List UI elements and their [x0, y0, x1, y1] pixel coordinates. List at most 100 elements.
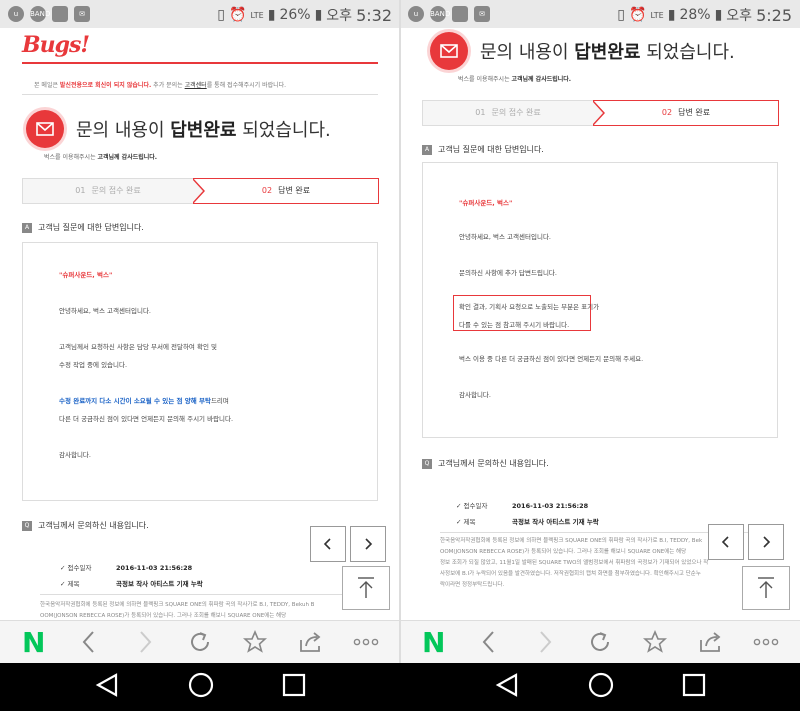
nav-recents-button[interactable] [282, 673, 306, 701]
thanks-bold: 고객님께 감사드립니다. [97, 154, 158, 161]
prev-button[interactable] [310, 526, 346, 562]
customer-center-link[interactable]: 고객센터 [185, 82, 207, 89]
date-label: ✓ 접수일자 [456, 502, 488, 510]
nav-group-left [0, 663, 400, 711]
step-received: 01 문의 접수 완료 [23, 179, 193, 203]
share-icon [299, 632, 321, 652]
date-label-text: 접수일자 [463, 502, 488, 510]
answer-greeting: "슈퍼사운드, 벅스" [59, 271, 113, 279]
answer-hello: 안녕하세요, 벅스 고객센터입니다. [59, 307, 151, 315]
right-screen: u BAND ✉ ▯ ⏰ LTE ▮ 28% ▮ 오후 5:25 문의 내용이 … [400, 0, 800, 663]
naver-icon: N [421, 625, 446, 659]
share-button[interactable] [291, 626, 331, 658]
android-nav-bar [0, 663, 800, 711]
question-badge: Q [422, 458, 432, 469]
star-icon [643, 630, 668, 653]
share-button[interactable] [691, 626, 731, 658]
answer-highlight2: 다를 수 있는 점 참고해 주시기 바랍니다. [459, 321, 570, 329]
forward-icon [539, 631, 551, 653]
question-title-text: 고객님께서 문의하신 내용입니다. [38, 521, 149, 530]
naver-home-button[interactable]: N [414, 625, 454, 659]
date-label-text: 접수일자 [67, 564, 92, 572]
answer-line1: 고객님께서 요청하신 사항은 담당 부서에 전달하여 확인 및 [59, 343, 217, 351]
bookmark-button[interactable] [635, 626, 675, 658]
question-title-text: 고객님께서 문의하신 내용입니다. [438, 459, 549, 468]
lte-label: LTE [650, 10, 664, 20]
hero-title-bold: 답변완료 [574, 42, 641, 63]
star-icon [243, 630, 268, 653]
nav-group-right [400, 663, 800, 711]
chevron-left-icon [721, 536, 729, 548]
more-icon [753, 638, 779, 646]
question-body-line: 한국음악저작권협회에 등록된 정보에 의하면 블랙핑크 SQUARE ONE의 … [40, 602, 315, 608]
nav-recents-button[interactable] [682, 673, 706, 701]
naver-home-button[interactable]: N [14, 626, 54, 659]
ampm: 오후 [326, 8, 353, 24]
mail-icon: ✉ [74, 6, 90, 22]
question-date-row: ✓ 접수일자 2016-11-03 21:56:28 [60, 562, 192, 572]
bookmark-button[interactable] [235, 626, 275, 658]
more-button[interactable] [346, 626, 386, 658]
scroll-top-button[interactable] [342, 566, 390, 610]
forward-button[interactable] [525, 626, 565, 658]
subject-value: 곡정보 작사 아티스트 기재 누락 [116, 580, 203, 588]
next-button[interactable] [748, 524, 784, 560]
thanks-text: 벅스를 이용해주시는 고객님께 감사드립니다. [44, 152, 157, 161]
screen-divider [399, 0, 401, 663]
back-icon [482, 631, 494, 653]
question-section-title: Q 고객님께서 문의하신 내용입니다. [22, 520, 149, 531]
answer-line3: 수정 완료까지 다소 시간이 소요될 수 있는 점 양해 부탁드리며 [59, 395, 229, 405]
forward-button[interactable] [125, 626, 165, 658]
forward-icon [139, 631, 151, 653]
next-button[interactable] [350, 526, 386, 562]
progress-steps: 01 문의 접수 완료 02 답변 완료 [422, 100, 779, 126]
prev-button[interactable] [708, 524, 744, 560]
nav-home-button[interactable] [187, 671, 215, 703]
answer-closing: 감사합니다. [59, 451, 91, 459]
email-content: Bugs! 본 메일은 발신전용으로 회신이 되지 않습니다. 추가 문의는 고… [0, 28, 400, 620]
answer-section-title: A 고객님 질문에 대한 답변입니다. [22, 222, 144, 233]
hero-title: 문의 내용이 답변완료 되었습니다. [76, 116, 331, 142]
alarm-icon: ⏰ [629, 7, 647, 23]
left-screen: u BAND ✉ ▯ ⏰ LTE ▮ 26% ▮ 오후 5:32 Bugs! 본… [0, 0, 400, 663]
vibrate-icon: ▯ [617, 7, 625, 23]
nav-home-button[interactable] [587, 671, 615, 703]
ampm: 오후 [726, 8, 753, 24]
question-subject-row: ✓ 제목 곡정보 작사 아티스트 기재 누락 [456, 516, 599, 526]
notice-prefix: 본 메일은 [34, 82, 60, 89]
status-bar: u BAND ✉ ▯ ⏰ LTE ▮ 26% ▮ 오후 5:32 [0, 0, 400, 28]
scroll-top-button[interactable] [742, 566, 790, 610]
step1-label: 문의 접수 완료 [91, 186, 141, 195]
step-answered: 02 답변 완료 [193, 178, 379, 204]
clock: 5:25 [756, 5, 792, 25]
back-button[interactable] [69, 626, 109, 658]
nav-back-button[interactable] [94, 672, 120, 702]
question-body-line: 정보 조회가 되질 않았고, 11월1일 발매된 SQUARE TWO의 앨범정… [440, 560, 709, 566]
notice-divider [22, 94, 378, 95]
vibrate-icon: ▯ [217, 7, 225, 23]
triangle-back-icon [95, 673, 117, 697]
bugs-logo: Bugs! [22, 32, 90, 58]
band-icon: BAND [430, 6, 450, 22]
answer-badge: A [422, 144, 432, 155]
answer-after-blue: 드리며 [210, 397, 229, 405]
step1-number: 01 [475, 108, 486, 117]
answer-highlight1: 확인 결과, 기획사 요청으로 노출되는 부분은 표기가 [459, 303, 600, 311]
date-value: 2016-11-03 21:56:28 [512, 502, 589, 510]
thanks-bold: 고객님께 감사드립니다. [511, 76, 572, 83]
back-button[interactable] [469, 626, 509, 658]
app-notification-icon: u [8, 6, 24, 22]
battery-icon: ▮ [314, 7, 323, 23]
refresh-button[interactable] [580, 626, 620, 658]
answer-title-text: 고객님 질문에 대한 답변입니다. [438, 145, 544, 154]
more-button[interactable] [746, 626, 786, 658]
notice-text: 본 메일은 발신전용으로 회신이 되지 않습니다. 추가 문의는 고객센터를 통… [34, 80, 286, 89]
notice-mid: 추가 문의는 [151, 82, 185, 89]
step-answered: 02 답변 완료 [593, 100, 779, 126]
mail-icon: ✉ [474, 6, 490, 22]
nav-back-button[interactable] [494, 672, 520, 702]
question-section-title: Q 고객님께서 문의하신 내용입니다. [422, 458, 549, 469]
triangle-back-icon [495, 673, 517, 697]
answer-badge: A [22, 222, 32, 233]
refresh-button[interactable] [180, 626, 220, 658]
